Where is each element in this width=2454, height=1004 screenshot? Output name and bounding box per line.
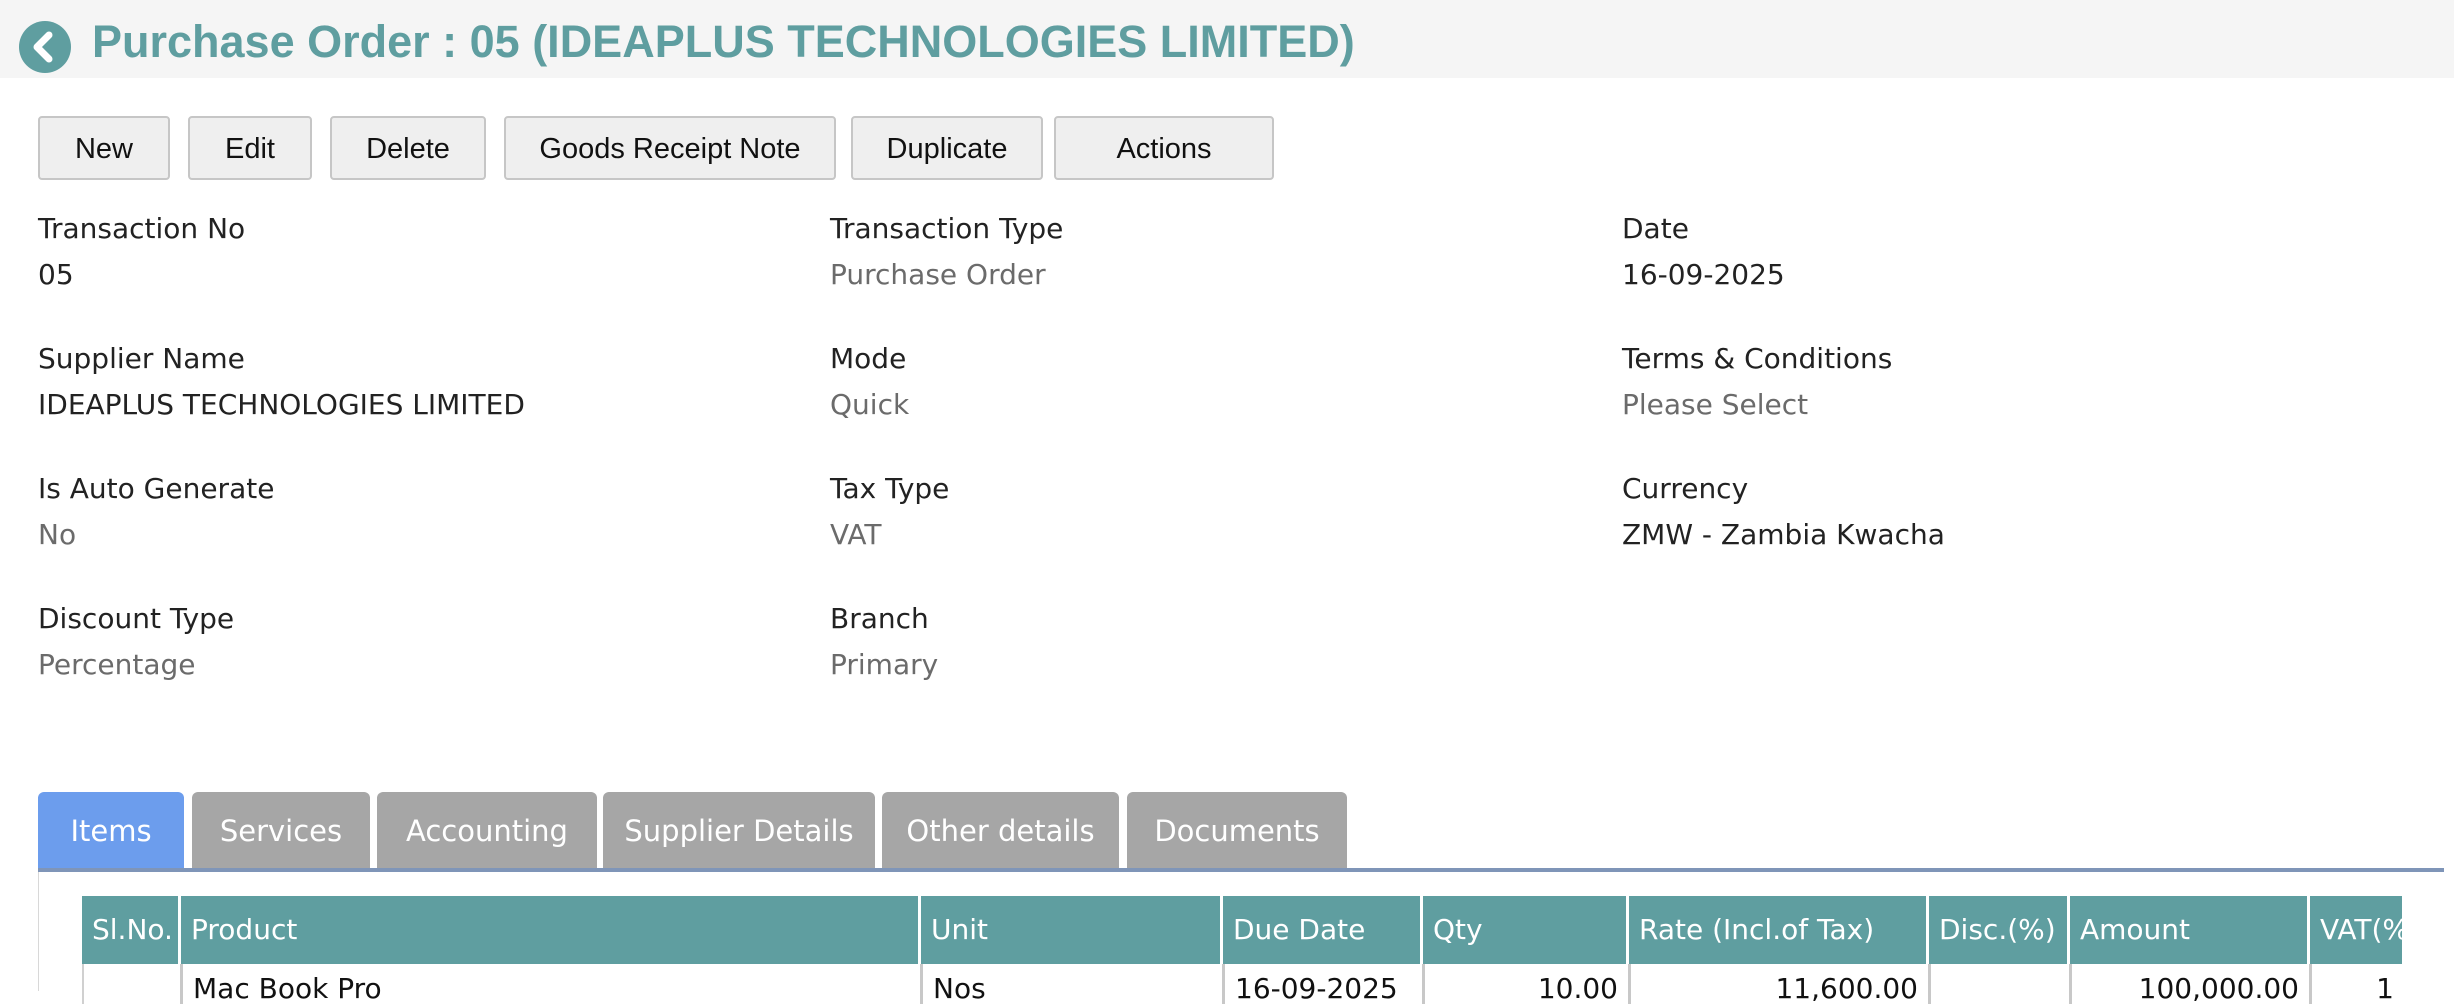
transaction-type-value: Purchase Order — [830, 258, 1046, 291]
date-value: 16-09-2025 — [1622, 258, 1785, 291]
transaction-type-label: Transaction Type — [830, 212, 1064, 245]
chevron-left-icon — [33, 31, 53, 63]
cell-vat: 1 — [2376, 972, 2394, 1004]
transaction-no-value: 05 — [38, 258, 74, 291]
cell-disc — [1931, 964, 2072, 1004]
goods-receipt-note-button[interactable]: Goods Receipt Note — [504, 116, 836, 180]
date-label: Date — [1622, 212, 1689, 245]
cell-amount: 100,000.00 — [2072, 964, 2312, 1004]
tab-services[interactable]: Services — [192, 792, 370, 870]
actions-button[interactable]: Actions — [1054, 116, 1274, 180]
col-unit[interactable]: Unit — [921, 896, 1223, 964]
discount-type-value: Percentage — [38, 648, 196, 681]
terms-label: Terms & Conditions — [1622, 342, 1893, 375]
currency-value: ZMW - Zambia Kwacha — [1622, 518, 1945, 551]
is-auto-generate-label: Is Auto Generate — [38, 472, 275, 505]
cell-due-date: 16-09-2025 — [1225, 964, 1425, 1004]
delete-button[interactable]: Delete — [330, 116, 486, 180]
tab-items[interactable]: Items — [38, 792, 184, 870]
cell-qty: 10.00 — [1425, 964, 1631, 1004]
col-due-date[interactable]: Due Date — [1223, 896, 1423, 964]
cell-unit: Nos — [923, 964, 1225, 1004]
cell-slno — [84, 964, 183, 1004]
col-product[interactable]: Product — [181, 896, 921, 964]
page-title: Purchase Order : 05 (IDEAPLUS TECHNOLOGI… — [92, 16, 1355, 67]
is-auto-generate-value: No — [38, 518, 77, 551]
tax-type-value: VAT — [830, 518, 882, 551]
terms-value: Please Select — [1622, 388, 1809, 421]
duplicate-button[interactable]: Duplicate — [851, 116, 1043, 180]
tab-documents[interactable]: Documents — [1127, 792, 1347, 870]
col-qty[interactable]: Qty — [1423, 896, 1629, 964]
discount-type-label: Discount Type — [38, 602, 235, 635]
items-table-header: Sl.No. Product Unit Due Date Qty Rate (I… — [82, 896, 2402, 964]
mode-label: Mode — [830, 342, 907, 375]
edit-button[interactable]: Edit — [188, 116, 312, 180]
back-button[interactable] — [19, 21, 71, 73]
branch-value: Primary — [830, 648, 939, 681]
table-row[interactable]: Mac Book Pro Nos 16-09-2025 10.00 11,600… — [82, 964, 2404, 1004]
col-disc[interactable]: Disc.(%) — [1929, 896, 2070, 964]
supplier-name-value: IDEAPLUS TECHNOLOGIES LIMITED — [38, 388, 525, 421]
tax-type-label: Tax Type — [830, 472, 950, 505]
page-header: Purchase Order : 05 (IDEAPLUS TECHNOLOGI… — [0, 0, 2454, 78]
supplier-name-label: Supplier Name — [38, 342, 245, 375]
col-slno[interactable]: Sl.No. — [82, 896, 181, 964]
tab-supplier-details[interactable]: Supplier Details — [603, 792, 875, 870]
col-vat[interactable]: VAT(%) — [2310, 896, 2402, 964]
mode-value: Quick — [830, 388, 910, 421]
transaction-no-label: Transaction No — [38, 212, 246, 245]
branch-label: Branch — [830, 602, 929, 635]
col-amount[interactable]: Amount — [2070, 896, 2310, 964]
cell-product: Mac Book Pro — [183, 964, 923, 1004]
cell-rate: 11,600.00 — [1631, 964, 1931, 1004]
tab-accounting[interactable]: Accounting — [377, 792, 597, 870]
currency-label: Currency — [1622, 472, 1749, 505]
col-rate[interactable]: Rate (Incl.of Tax) — [1629, 896, 1929, 964]
new-button[interactable]: New — [38, 116, 170, 180]
tab-other-details[interactable]: Other details — [882, 792, 1119, 870]
